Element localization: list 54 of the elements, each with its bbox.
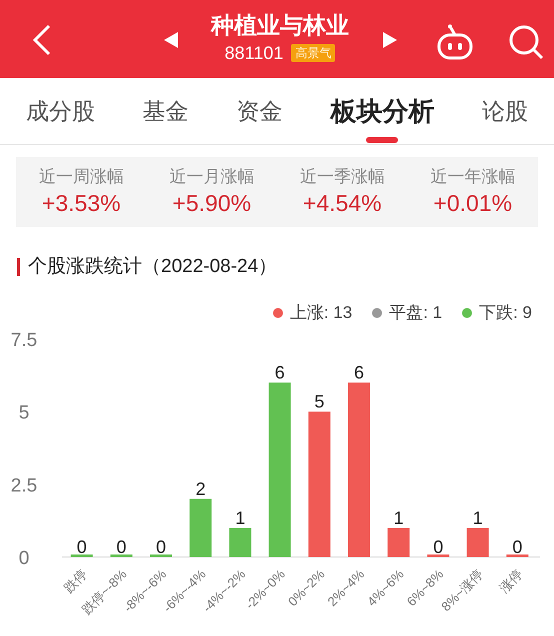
- section-marker: [17, 258, 20, 276]
- bar: [190, 498, 212, 556]
- bar-value-label: 0: [512, 536, 522, 556]
- bar-value-label: 0: [76, 536, 87, 556]
- stat-label: 近一周涨幅: [38, 166, 124, 188]
- bar: [388, 527, 410, 556]
- bar-value-label: 2: [196, 478, 206, 498]
- bar: [466, 527, 489, 556]
- y-tick-label: 7.5: [10, 330, 38, 350]
- y-tick-label: 5: [18, 402, 30, 424]
- section-title: 个股涨跌统计（2022-08-24）: [28, 255, 278, 279]
- stat-value: +3.53%: [42, 189, 121, 218]
- stat-value: +4.54%: [302, 189, 382, 218]
- stock-code: 881101: [224, 42, 284, 64]
- next-icon[interactable]: [383, 32, 397, 48]
- tab-indicator: [366, 136, 398, 142]
- legend-label: 平盘: 1: [389, 302, 442, 324]
- legend-label: 下跌: 9: [479, 302, 532, 324]
- robot-icon[interactable]: [436, 24, 474, 60]
- legend-label: 上涨: 13: [290, 302, 352, 324]
- bar: [229, 527, 252, 556]
- bar-value-label: 1: [394, 507, 404, 528]
- back-icon[interactable]: [32, 24, 52, 56]
- bar: [150, 554, 172, 556]
- bar-value-label: 1: [472, 507, 483, 528]
- page-title: 种植业与林业: [211, 11, 349, 40]
- bar-value-label: 0: [156, 536, 166, 556]
- x-axis-label: 涨停: [496, 566, 526, 595]
- stat-label: 近一季涨幅: [300, 166, 385, 188]
- x-axis-label: 跌停: [60, 566, 90, 595]
- search-icon[interactable]: [508, 24, 544, 60]
- y-tick-label: 0: [18, 548, 30, 568]
- y-tick-label: 2.5: [10, 474, 38, 496]
- bar-value-label: 6: [354, 362, 364, 382]
- bar-value-label: 5: [314, 391, 324, 412]
- bar-value-label: 0: [433, 536, 444, 556]
- bar: [427, 554, 450, 556]
- status-badge: 高景气: [291, 44, 336, 62]
- stat-value: +5.90%: [172, 189, 252, 218]
- previous-icon[interactable]: [164, 32, 178, 48]
- stat-label: 近一月涨幅: [169, 166, 254, 188]
- bar: [110, 554, 132, 556]
- tab[interactable]: 论股: [482, 78, 528, 144]
- bar: [70, 554, 93, 556]
- tab[interactable]: 成分股: [26, 78, 95, 144]
- bar-value-label: 6: [274, 362, 285, 382]
- stat-value: +0.01%: [433, 189, 512, 218]
- tab[interactable]: 板块分析: [330, 78, 434, 144]
- stat-label: 近一年涨幅: [430, 166, 516, 188]
- bar-value-label: 0: [116, 536, 126, 556]
- tab[interactable]: 资金: [236, 78, 282, 144]
- bar: [506, 554, 528, 556]
- tab[interactable]: 基金: [142, 78, 189, 144]
- bar-value-label: 1: [235, 507, 246, 528]
